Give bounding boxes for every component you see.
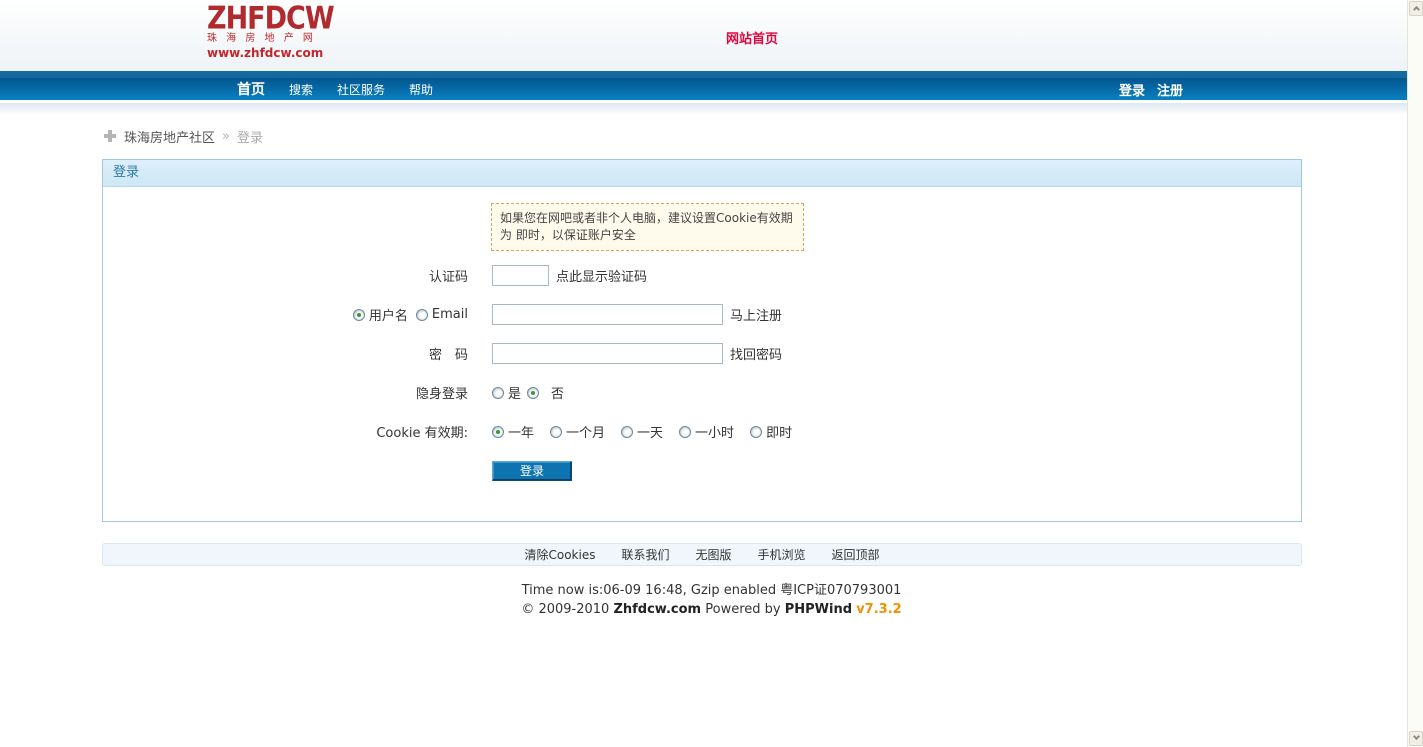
nav-item-home[interactable]: 首页 bbox=[237, 79, 265, 99]
radio-email[interactable]: Email bbox=[416, 307, 468, 322]
site-name: Zhfdcw.com bbox=[613, 602, 701, 617]
submit-row: 登录 bbox=[103, 460, 1301, 481]
radio-cookie-instant[interactable]: 即时 bbox=[750, 422, 792, 441]
vertical-scrollbar[interactable] bbox=[1407, 0, 1423, 747]
radio-username-label: 用户名 bbox=[369, 305, 408, 324]
scroll-down-button[interactable] bbox=[1409, 731, 1423, 746]
nav-item-help[interactable]: 帮助 bbox=[409, 81, 433, 98]
footer-link-mobile-view[interactable]: 手机浏览 bbox=[757, 546, 805, 563]
radio-cookie-one-hour-circle[interactable] bbox=[679, 426, 691, 438]
footer-links-bar: 清除Cookies 联系我们 无图版 手机浏览 返回顶部 bbox=[102, 543, 1302, 566]
footer-link-contact-us[interactable]: 联系我们 bbox=[621, 546, 669, 563]
breadcrumb-current: 登录 bbox=[237, 127, 263, 146]
radio-cookie-one-year-label: 一年 bbox=[508, 422, 534, 441]
powered-by-text: Powered by bbox=[705, 602, 780, 617]
forgot-password-link[interactable]: 找回密码 bbox=[730, 344, 782, 363]
login-panel: 登录 如果您在网吧或者非个人电脑，建议设置Cookie有效期为 即时，以保证账户… bbox=[102, 159, 1302, 522]
navbar-right: 登录 注册 bbox=[1119, 80, 1423, 99]
footer-copyright-line: © 2009-2010 Zhfdcw.com Powered by PHPWin… bbox=[0, 601, 1423, 619]
show-captcha-link[interactable]: 点此显示验证码 bbox=[556, 266, 647, 285]
nav-item-register[interactable]: 注册 bbox=[1157, 80, 1183, 99]
footer-info: Time now is:06-09 16:48, Gzip enabled 粤I… bbox=[0, 582, 1423, 619]
cookie-lifetime-options: 一年 一个月 一天 一小时 bbox=[492, 422, 792, 441]
plus-icon bbox=[104, 130, 116, 142]
site-home-link[interactable]: 网站首页 bbox=[726, 28, 778, 47]
radio-cookie-one-year[interactable]: 一年 bbox=[492, 422, 534, 441]
cookie-security-notice: 如果您在网吧或者非个人电脑，建议设置Cookie有效期为 即时，以保证账户安全 bbox=[491, 203, 804, 251]
footer-link-back-to-top[interactable]: 返回顶部 bbox=[832, 546, 880, 563]
engine-version: v7.3.2 bbox=[856, 602, 902, 617]
radio-cookie-one-day-circle[interactable] bbox=[621, 426, 633, 438]
nav-item-community-services[interactable]: 社区服务 bbox=[337, 81, 385, 98]
radio-cookie-one-month-circle[interactable] bbox=[550, 426, 562, 438]
logo-text: ZHFDCW bbox=[207, 2, 307, 37]
radio-invisible-no[interactable]: 否 bbox=[527, 383, 564, 402]
radio-cookie-one-month[interactable]: 一个月 bbox=[550, 422, 605, 441]
password-label: 密 码 bbox=[103, 344, 492, 363]
radio-cookie-one-hour-label: 一小时 bbox=[695, 422, 734, 441]
captcha-field: 点此显示验证码 bbox=[492, 265, 647, 286]
captcha-input[interactable] bbox=[492, 265, 549, 286]
radio-invisible-yes-label: 是 bbox=[508, 383, 521, 402]
scroll-up-button[interactable] bbox=[1409, 1, 1423, 16]
radio-cookie-one-year-circle[interactable] bbox=[492, 426, 504, 438]
chevron-down-icon bbox=[1413, 733, 1420, 740]
chevron-up-icon bbox=[1413, 6, 1420, 13]
footer-time-line: Time now is:06-09 16:48, Gzip enabled 粤I… bbox=[0, 582, 1423, 600]
footer-link-text-version[interactable]: 无图版 bbox=[695, 546, 731, 563]
register-now-link[interactable]: 马上注册 bbox=[730, 305, 782, 324]
radio-email-label: Email bbox=[432, 307, 468, 322]
radio-username-circle[interactable] bbox=[353, 309, 365, 321]
password-row: 密 码 找回密码 bbox=[103, 343, 1301, 364]
login-panel-title: 登录 bbox=[103, 160, 1301, 187]
login-panel-body: 如果您在网吧或者非个人电脑，建议设置Cookie有效期为 即时，以保证账户安全 … bbox=[103, 187, 1301, 521]
username-input[interactable] bbox=[492, 304, 723, 325]
account-row: 用户名 Email 马上注册 bbox=[103, 304, 1301, 325]
radio-cookie-instant-label: 即时 bbox=[766, 422, 792, 441]
radio-invisible-yes-circle[interactable] bbox=[492, 387, 504, 399]
account-type-radios: 用户名 Email bbox=[103, 305, 492, 324]
invisible-login-row: 隐身登录 是 否 bbox=[103, 382, 1301, 403]
logo-url: www.zhfdcw.com bbox=[207, 46, 307, 60]
radio-cookie-one-day-label: 一天 bbox=[637, 422, 663, 441]
radio-cookie-instant-circle[interactable] bbox=[750, 426, 762, 438]
radio-invisible-yes[interactable]: 是 bbox=[492, 383, 521, 402]
captcha-row: 认证码 点此显示验证码 bbox=[103, 265, 1301, 286]
password-input[interactable] bbox=[492, 343, 723, 364]
page: ZHFDCW 珠 海 房 地 产 网 www.zhfdcw.com 网站首页 首… bbox=[0, 0, 1423, 747]
radio-email-circle[interactable] bbox=[416, 309, 428, 321]
main-navbar: 首页 搜索 社区服务 帮助 登录 注册 bbox=[0, 71, 1423, 100]
site-header: ZHFDCW 珠 海 房 地 产 网 www.zhfdcw.com 网站首页 bbox=[0, 0, 1423, 71]
radio-cookie-one-hour[interactable]: 一小时 bbox=[679, 422, 734, 441]
captcha-label: 认证码 bbox=[103, 266, 492, 285]
account-field: 马上注册 bbox=[492, 304, 782, 325]
cookie-lifetime-label: Cookie 有效期: bbox=[103, 422, 492, 441]
cookie-lifetime-row: Cookie 有效期: 一年 一个月 一天 bbox=[103, 421, 1301, 442]
invisible-login-label: 隐身登录 bbox=[103, 383, 492, 402]
nav-item-login[interactable]: 登录 bbox=[1119, 80, 1145, 99]
invisible-login-options: 是 否 bbox=[492, 383, 564, 402]
password-field: 找回密码 bbox=[492, 343, 782, 364]
navbar-shadow bbox=[0, 103, 1423, 115]
breadcrumb-separator: » bbox=[222, 129, 230, 144]
breadcrumb: 珠海房地产社区 » 登录 bbox=[104, 127, 1423, 145]
nav-item-search[interactable]: 搜索 bbox=[289, 81, 313, 98]
footer-link-clear-cookies[interactable]: 清除Cookies bbox=[524, 546, 595, 563]
radio-invisible-no-circle[interactable] bbox=[527, 387, 539, 399]
navbar-left: 首页 搜索 社区服务 帮助 bbox=[0, 79, 457, 99]
radio-username[interactable]: 用户名 bbox=[353, 305, 408, 324]
radio-cookie-one-month-label: 一个月 bbox=[566, 422, 605, 441]
radio-cookie-one-day[interactable]: 一天 bbox=[621, 422, 663, 441]
login-button[interactable]: 登录 bbox=[492, 461, 572, 481]
site-logo[interactable]: ZHFDCW 珠 海 房 地 产 网 www.zhfdcw.com bbox=[207, 2, 307, 60]
breadcrumb-root-link[interactable]: 珠海房地产社区 bbox=[124, 127, 215, 146]
engine-name[interactable]: PHPWind bbox=[785, 602, 852, 617]
copyright-prefix: © 2009-2010 bbox=[521, 602, 609, 617]
radio-invisible-no-label: 否 bbox=[551, 383, 564, 402]
